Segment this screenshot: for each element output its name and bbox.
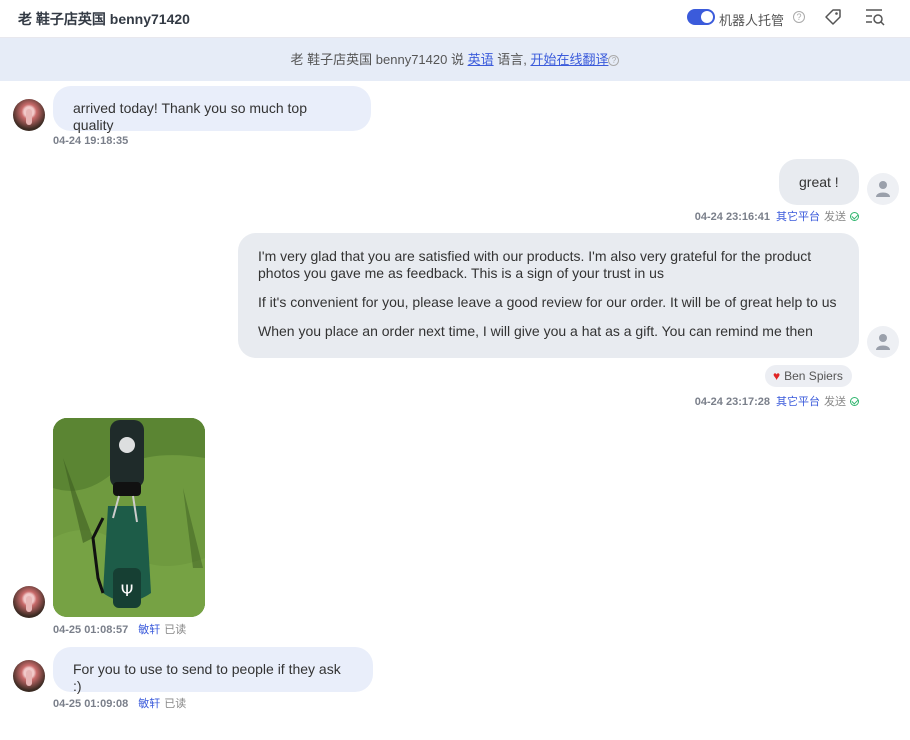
language-link[interactable]: 英语	[468, 52, 494, 67]
message-meta: 04-24 23:17:28 其它平台 发送	[695, 393, 859, 409]
message-paragraph: When you place an order next time, I wil…	[258, 323, 813, 339]
message-status: 已读	[164, 698, 187, 710]
notice-middle: 语言,	[493, 52, 531, 67]
message-time: 04-24 23:17:28	[694, 396, 770, 408]
message-meta: 04-24 23:16:41 其它平台 发送	[695, 208, 859, 224]
language-notice: 老 鞋子店英国 benny71420 说 英语 语言, 开始在线翻译?	[0, 38, 910, 81]
heart-icon: ♥	[773, 369, 781, 383]
message-bubble: For you to use to send to people if they…	[53, 647, 373, 694]
robot-label: 机器人托管	[719, 13, 785, 28]
message-platform[interactable]: 其它平台	[776, 211, 820, 223]
customer-avatar[interactable]	[13, 660, 45, 692]
reaction-badge[interactable]: ♥ Ben Spiers	[765, 365, 852, 387]
message-bubble: arrived today! Thank you so much top qua…	[53, 86, 371, 133]
message-bubble: great !	[779, 159, 859, 205]
message-meta: 04-25 01:09:08 敏轩 已读	[53, 695, 186, 711]
message-time: 04-25 01:09:08	[53, 698, 129, 710]
notice-text: 老 鞋子店英国 benny71420 说	[290, 52, 468, 67]
tag-icon[interactable]	[823, 7, 843, 27]
message-bubble: I'm very glad that you are satisfied wit…	[238, 233, 859, 358]
agent-avatar[interactable]	[867, 173, 899, 205]
customer-avatar[interactable]	[13, 586, 45, 618]
message-status: 已读	[164, 624, 187, 636]
translate-link[interactable]: 开始在线翻译	[530, 52, 608, 67]
customer-avatar[interactable]	[13, 99, 45, 131]
message-status: 发送	[824, 211, 846, 223]
message-text: arrived today! Thank you so much top qua…	[73, 100, 307, 133]
search-list-icon[interactable]	[864, 7, 886, 27]
message-meta: 04-25 01:08:57 敏轩 已读	[53, 621, 186, 637]
chat-header: 老 鞋子店英国 benny71420 机器人托管 ?	[0, 0, 910, 38]
message-time: 04-25 01:08:57	[53, 624, 129, 636]
message-status: 发送	[824, 396, 846, 408]
robot-toggle[interactable]	[687, 9, 715, 25]
agent-avatar[interactable]	[867, 326, 899, 358]
message-paragraph: If it's convenient for you, please leave…	[258, 294, 837, 310]
message-text: great !	[799, 174, 839, 190]
message-sender[interactable]: 敏轩	[138, 698, 160, 710]
golf-bag-photo[interactable]: Ψ	[53, 418, 205, 617]
message-text: For you to use to send to people if they…	[73, 661, 341, 694]
sent-check-icon	[850, 397, 859, 406]
reaction-name: Ben Spiers	[784, 369, 843, 383]
help-icon[interactable]: ?	[793, 11, 805, 23]
svg-text:Ψ: Ψ	[121, 581, 134, 600]
conversation-title: 老 鞋子店英国 benny71420	[18, 11, 190, 27]
message-meta: 04-24 19:18:35	[53, 135, 128, 147]
translate-help-icon[interactable]: ?	[608, 55, 620, 67]
message-time: 04-24 19:18:35	[53, 135, 129, 147]
message-platform[interactable]: 其它平台	[776, 396, 820, 408]
sent-check-icon	[850, 212, 859, 221]
message-time: 04-24 23:16:41	[694, 211, 770, 223]
message-paragraph: I'm very glad that you are satisfied wit…	[258, 248, 812, 281]
message-sender[interactable]: 敏轩	[138, 624, 160, 636]
